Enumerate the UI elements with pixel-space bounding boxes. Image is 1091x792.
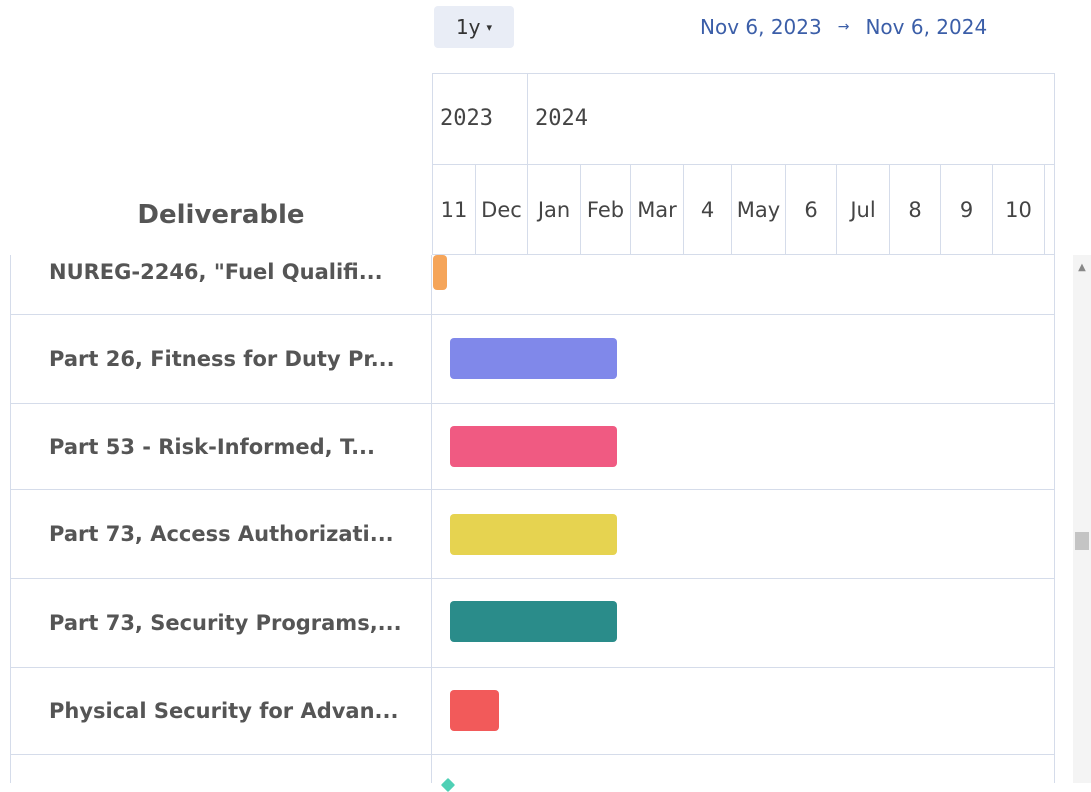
month-row: 11 Dec Jan Feb Mar 4 May 6 Jul 8 9 10 xyxy=(433,164,1055,255)
table-row[interactable]: Physical Security for Advan... xyxy=(10,668,1055,755)
gantt-rows: NUREG-2246, "Fuel Qualifi... Part 26, Fi… xyxy=(10,255,1055,792)
task-bar[interactable] xyxy=(450,690,499,731)
arrow-right-icon: → xyxy=(837,19,850,35)
range-start: Nov 6, 2023 xyxy=(700,15,822,39)
zoom-label: 1y xyxy=(455,15,481,39)
month-cell: Jan xyxy=(528,164,581,255)
range-end: Nov 6, 2024 xyxy=(865,15,988,39)
vertical-scrollbar[interactable] xyxy=(1073,255,1091,783)
table-row[interactable]: Part 53 - Risk-Informed, T... xyxy=(10,404,1055,490)
table-row[interactable]: Part 73, Security Programs,... xyxy=(10,579,1055,668)
year-cell: 2023 xyxy=(433,74,528,164)
scrollbar-thumb[interactable] xyxy=(1075,532,1089,550)
month-cell: Dec xyxy=(476,164,528,255)
diamond-marker-icon[interactable] xyxy=(440,777,456,792)
row-label: Part 73, Security Programs,... xyxy=(10,579,432,667)
month-cell: Feb xyxy=(581,164,631,255)
month-cell: May xyxy=(732,164,786,255)
row-label: Part 53 - Risk-Informed, T... xyxy=(10,404,432,489)
year-row: 2023 2024 xyxy=(433,74,1055,165)
task-bar[interactable] xyxy=(450,338,617,379)
chevron-down-icon: ▾ xyxy=(486,20,493,34)
zoom-dropdown[interactable]: 1y ▾ xyxy=(434,6,514,48)
month-cell: 4 xyxy=(684,164,732,255)
task-bar[interactable] xyxy=(450,514,617,555)
row-label: NUREG-2246, "Fuel Qualifi... xyxy=(10,255,432,314)
table-row[interactable] xyxy=(10,755,1055,792)
task-bar[interactable] xyxy=(433,255,447,290)
row-label: Part 73, Access Authorizati... xyxy=(10,490,432,578)
month-cell: 11 xyxy=(433,164,476,255)
month-cell: Mar xyxy=(631,164,684,255)
column-header-deliverable[interactable]: Deliverable xyxy=(10,200,432,230)
table-row[interactable]: Part 73, Access Authorizati... xyxy=(10,490,1055,579)
month-cell: Jul xyxy=(837,164,890,255)
row-label xyxy=(10,755,432,783)
table-row[interactable]: Part 26, Fitness for Duty Pr... xyxy=(10,315,1055,404)
month-cell: 9 xyxy=(941,164,993,255)
month-cell: 10 xyxy=(993,164,1045,255)
task-bar[interactable] xyxy=(450,601,617,642)
row-label: Physical Security for Advan... xyxy=(10,668,432,754)
scroll-up-icon[interactable]: ▲ xyxy=(1073,257,1091,277)
year-cell: 2024 xyxy=(535,106,588,131)
table-row[interactable]: NUREG-2246, "Fuel Qualifi... xyxy=(10,255,1055,315)
timeline-header: 2023 2024 11 Dec Jan Feb Mar 4 May 6 Jul… xyxy=(432,73,1055,255)
date-range[interactable]: Nov 6, 2023 → Nov 6, 2024 xyxy=(700,12,987,42)
task-bar[interactable] xyxy=(450,426,617,467)
row-label: Part 26, Fitness for Duty Pr... xyxy=(10,315,432,403)
month-cell: 6 xyxy=(786,164,837,255)
month-cell: 8 xyxy=(890,164,941,255)
